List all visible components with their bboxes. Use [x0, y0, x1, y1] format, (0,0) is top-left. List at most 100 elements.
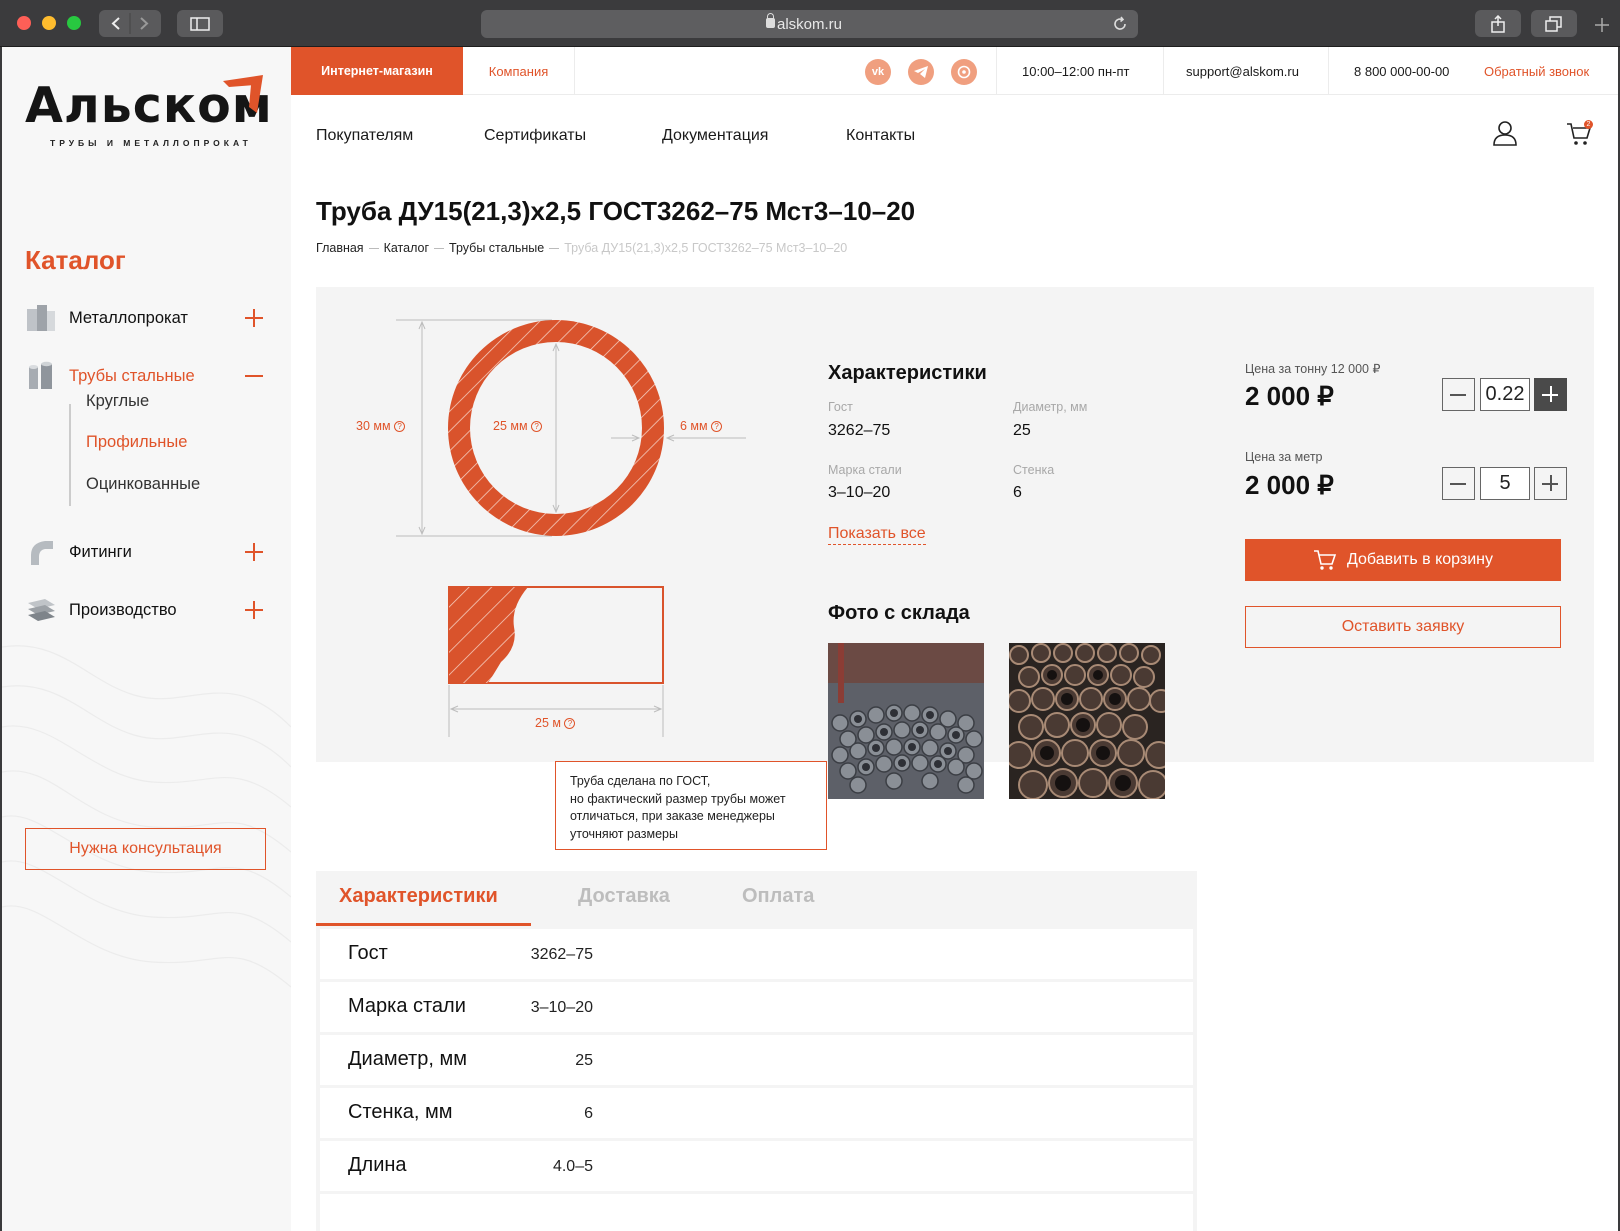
callback-link[interactable]: Обратный звонок: [1484, 47, 1589, 95]
expand-plus-icon[interactable]: [243, 599, 265, 621]
tabs-overview-button[interactable]: [1531, 10, 1577, 37]
support-email[interactable]: support@alskom.ru: [1160, 47, 1325, 95]
zoom-window-button[interactable]: [67, 16, 81, 30]
meter-decrement-button[interactable]: [1442, 467, 1475, 500]
spec-label: Марка стали: [828, 463, 902, 477]
specs-heading: Характеристики: [828, 362, 987, 384]
price-per-meter-label: Цена за метр: [1245, 450, 1323, 464]
browser-toolbar: alskom.ru: [0, 0, 1620, 47]
catalog-title: Каталог: [25, 245, 126, 275]
cart-count-badge: 2: [1584, 120, 1593, 129]
table-row: [320, 1194, 1193, 1231]
row-key: Гост: [348, 942, 388, 964]
active-tab-indicator: [316, 923, 531, 926]
row-value: 3262–75: [530, 946, 593, 963]
phone-number[interactable]: 8 800 000-00-00: [1354, 47, 1449, 95]
product-panel: 30 мм ? 25 мм ? 6 мм ? 25 м ? Характерис…: [316, 287, 1594, 799]
consultation-button[interactable]: Нужна консультация: [25, 828, 266, 870]
warehouse-photo-2[interactable]: [1009, 643, 1165, 799]
row-key: Стенка, мм: [348, 1101, 453, 1123]
minimize-window-button[interactable]: [42, 16, 56, 30]
subcategory-kruglye[interactable]: Круглые: [86, 392, 149, 411]
nav-kontakty[interactable]: Контакты: [846, 127, 915, 145]
tab-company[interactable]: Компания: [463, 47, 575, 95]
spec-value: 3–10–20: [828, 484, 891, 501]
help-icon: ?: [394, 421, 406, 432]
catalog-item-metalloprokat[interactable]: Металлопрокат: [25, 299, 265, 337]
length-label[interactable]: 25 м ?: [533, 716, 578, 730]
new-tab-icon[interactable]: [1594, 17, 1610, 33]
reload-icon[interactable]: [1112, 16, 1128, 32]
nav-sertifikaty[interactable]: Сертификаты: [484, 127, 586, 145]
catalog-item-fitingi[interactable]: Фитинги: [25, 533, 265, 571]
row-value: 6: [584, 1105, 593, 1122]
production-icon: [28, 599, 55, 621]
back-forward-icon[interactable]: [99, 10, 161, 37]
sidebar-icon: [190, 16, 210, 31]
catalog-item-label: Трубы стальные: [69, 366, 195, 385]
leave-request-button[interactable]: Оставить заявку: [1245, 606, 1561, 648]
tooltip-line: но фактический размер трубы может: [570, 791, 786, 806]
warehouse-photo-1[interactable]: [828, 643, 984, 799]
size-tooltip: Труба сделана по ГОСТ, но фактический ра…: [555, 761, 827, 850]
user-icon[interactable]: [1492, 120, 1518, 146]
logo-mark-icon: [223, 75, 263, 113]
breadcrumb-home[interactable]: Главная: [316, 241, 364, 255]
close-window-button[interactable]: [17, 16, 31, 30]
catalog-item-truby-stalnye[interactable]: Трубы стальные: [25, 357, 265, 395]
top-bar: Интернет-магазин Компания vk 10:00–12:00…: [291, 47, 1618, 95]
inner-diameter-label: 25 мм ?: [493, 419, 543, 433]
breadcrumb-steel-pipes[interactable]: Трубы стальные: [449, 241, 544, 255]
show-all-link[interactable]: Показать все: [828, 525, 926, 545]
collapse-minus-icon[interactable]: [243, 365, 265, 387]
tab-characteristics[interactable]: Характеристики: [339, 885, 498, 908]
expand-plus-icon[interactable]: [243, 307, 265, 329]
sidebar: Альском ТРУБЫ И МЕТАЛЛОПРОКАТ Каталог Ме…: [2, 47, 291, 1231]
minus-icon: [1450, 483, 1466, 485]
outer-diameter-label: 30 мм ?: [356, 419, 406, 433]
nav-dokumentatsiya[interactable]: Документация: [662, 127, 768, 145]
page-title: Труба ДУ15(21,3)x2,5 ГОСТ3262–75 Мст3–10…: [316, 196, 916, 226]
meter-increment-button[interactable]: [1534, 467, 1567, 500]
ton-decrement-button[interactable]: [1442, 378, 1475, 411]
subcategory-otsinkovannye[interactable]: Оцинкованные: [86, 475, 200, 494]
nav-pokupatelyam[interactable]: Покупателям: [316, 127, 413, 145]
breadcrumb-catalog[interactable]: Каталог: [384, 241, 429, 255]
add-to-cart-label: Добавить в корзину: [1346, 551, 1493, 568]
help-icon: ?: [564, 718, 576, 729]
working-hours: 10:00–12:00 пн-пт: [1022, 63, 1130, 79]
catalog-item-proizvodstvo[interactable]: Производство: [25, 591, 265, 629]
whatsapp-icon[interactable]: [951, 59, 977, 85]
logo-tagline: ТРУБЫ И МЕТАЛЛОПРОКАТ: [50, 138, 252, 148]
address-bar[interactable]: alskom.ru: [481, 10, 1138, 38]
row-key: Длина: [348, 1154, 407, 1176]
price-per-ton: 2 000 ₽: [1245, 381, 1334, 411]
catalog-item-label: Металлопрокат: [69, 308, 188, 327]
tab-internet-shop[interactable]: Интернет-магазин: [291, 47, 463, 95]
telegram-plane-icon: [914, 66, 928, 78]
spec-value: 6: [1013, 484, 1022, 501]
expand-plus-icon[interactable]: [243, 541, 265, 563]
steel-pipe-icon: [29, 361, 52, 389]
sidebar-toggle-button[interactable]: [177, 10, 223, 37]
subcategory-profilnye[interactable]: Профильные: [86, 433, 187, 452]
table-row: Гост 3262–75: [320, 929, 1193, 979]
catalog-item-label: Производство: [69, 600, 177, 619]
add-to-cart-button[interactable]: Добавить в корзину: [1245, 539, 1561, 581]
tab-payment[interactable]: Оплата: [742, 885, 814, 908]
telegram-icon[interactable]: [908, 59, 934, 85]
tooltip-line: уточняют размеры: [570, 826, 678, 841]
meter-quantity-input[interactable]: 5: [1480, 467, 1530, 500]
table-row: Марка стали 3–10–20: [320, 982, 1193, 1032]
spec-value: 3262–75: [828, 422, 891, 439]
ton-increment-button[interactable]: [1534, 378, 1567, 411]
share-button[interactable]: [1475, 10, 1521, 37]
metal-stock-icon: [27, 305, 55, 331]
row-value: 3–10–20: [530, 999, 593, 1016]
tab-delivery[interactable]: Доставка: [578, 885, 670, 908]
vk-icon[interactable]: vk: [865, 59, 891, 85]
spec-label: Стенка: [1013, 463, 1055, 477]
ton-quantity-input[interactable]: 0.22: [1480, 378, 1530, 411]
breadcrumb-current: Труба ДУ15(21,3)x2,5 ГОСТ3262–75 Мст3–10…: [564, 241, 848, 255]
catalog-item-label: Фитинги: [69, 542, 132, 561]
